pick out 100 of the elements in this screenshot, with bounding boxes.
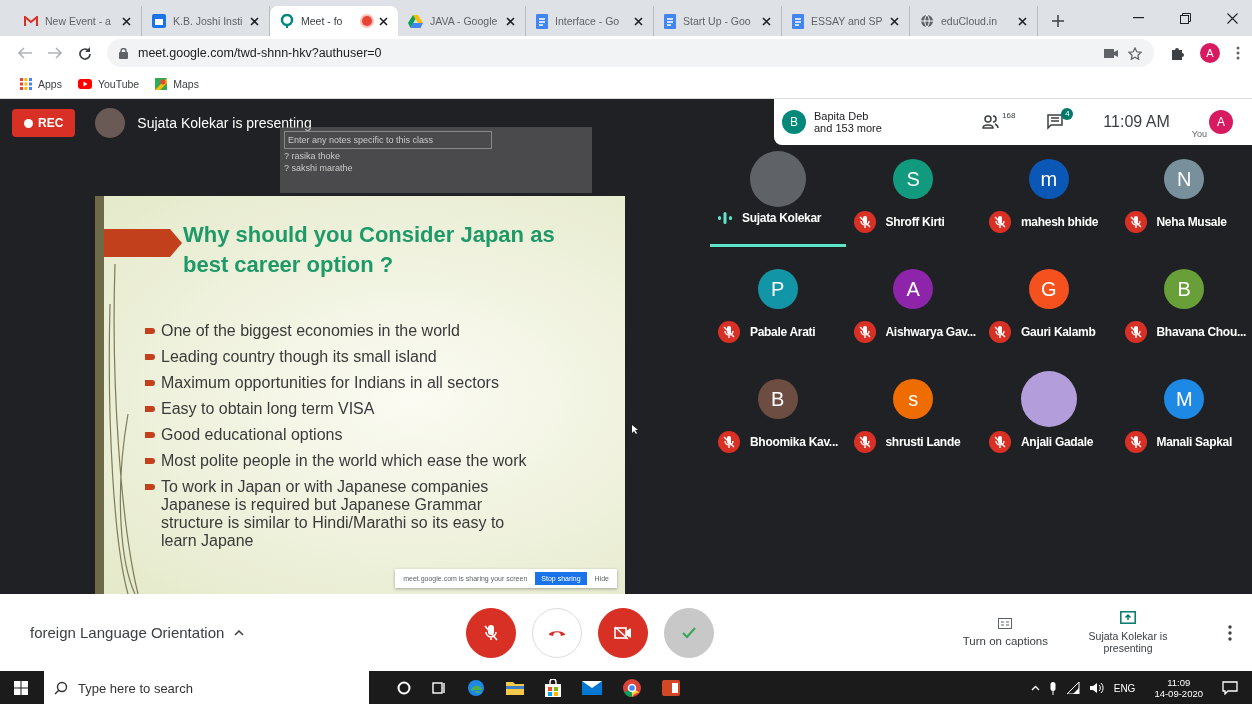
participant-tile[interactable]: B Bhoomika Kav... (710, 373, 846, 467)
tab-title: Meet - fo (301, 15, 343, 27)
document-icon (792, 13, 804, 29)
chat-icon[interactable] (1047, 114, 1066, 130)
presenting-label[interactable]: Sujata Kolekar is presenting (1078, 630, 1178, 654)
reload-icon[interactable] (78, 46, 91, 60)
close-icon[interactable] (1018, 16, 1027, 26)
participant-tile[interactable]: P Pabale Arati (710, 263, 846, 357)
tab-title: K.B. Joshi Insti (173, 15, 243, 27)
avatar-initial: N (1164, 159, 1205, 199)
participant-tile[interactable]: S Shroff Kirti (845, 153, 981, 247)
caret-up-icon[interactable] (234, 629, 245, 636)
chevron-up-icon[interactable] (1030, 685, 1040, 691)
clock-time[interactable]: 11:09 (1167, 677, 1191, 688)
language-indicator[interactable]: ENG (1113, 682, 1136, 694)
close-icon[interactable] (634, 16, 643, 26)
puzzle-icon[interactable] (1170, 46, 1184, 60)
camera-icon[interactable] (1104, 48, 1118, 58)
folder-icon[interactable] (506, 681, 524, 695)
close-icon[interactable] (1227, 12, 1238, 24)
shopping-bag-icon[interactable] (545, 679, 561, 697)
bullet-text: One of the biggest economies in the world (161, 322, 460, 340)
wifi-icon[interactable] (1065, 682, 1080, 694)
microphone-icon[interactable] (1048, 681, 1057, 695)
globe-icon (920, 14, 934, 28)
participant-tile[interactable]: M Manali Sapkal (1116, 373, 1252, 467)
windows-start-icon[interactable] (14, 681, 28, 695)
close-icon[interactable] (122, 16, 131, 26)
bookmark-link[interactable]: Maps (173, 78, 199, 90)
star-icon[interactable] (1128, 46, 1142, 60)
bookmark-link[interactable]: Apps (38, 78, 62, 90)
tab-title: Interface - Go (555, 15, 620, 27)
close-icon[interactable] (506, 16, 515, 26)
notification-icon[interactable] (1222, 681, 1238, 695)
participant-name: Gauri Kalamb (1021, 325, 1096, 339)
mic-off-icon (483, 623, 500, 642)
envelope-icon[interactable] (582, 681, 602, 695)
notes-field[interactable]: Enter any notes specific to this class (284, 131, 492, 149)
checkmark-icon (682, 626, 697, 639)
bullet-icon (145, 380, 155, 386)
address-field[interactable]: meet.google.com/twd-shnn-hkv?authuser=0 (107, 39, 1154, 67)
captions-label[interactable]: Turn on captions (962, 635, 1048, 647)
avatar-initial: G (1028, 269, 1069, 309)
bookmark-link[interactable]: YouTube (97, 78, 140, 90)
people-icon[interactable] (982, 115, 1000, 129)
captions-icon[interactable] (998, 618, 1013, 629)
participant-tile[interactable]: m mahesh bhide (981, 153, 1117, 247)
tab-title: ESSAY and SP (811, 15, 883, 27)
participant-name: Pabale Arati (750, 325, 816, 339)
speaker-icon[interactable] (1088, 682, 1105, 694)
bullet-icon (145, 458, 155, 464)
bullet-icon (145, 484, 155, 490)
bullet-text: Most polite people in the world which ease the work (161, 452, 527, 470)
present-screen-icon[interactable] (1120, 611, 1136, 624)
new-tab-icon[interactable] (1052, 15, 1064, 27)
menu-icon[interactable] (1236, 46, 1240, 60)
participant-tile[interactable]: N Neha Musale (1116, 153, 1252, 247)
close-icon[interactable] (250, 16, 259, 26)
avatar-initial: B (757, 379, 798, 419)
participant-tile[interactable]: B Bhavana Chou... (1116, 263, 1252, 357)
participant-tile[interactable]: A Aishwarya Gav... (845, 263, 981, 357)
wave-logo-icon[interactable] (467, 679, 485, 697)
participant-tile[interactable]: G Gauri Kalamb (981, 263, 1117, 357)
calendar-icon (152, 14, 166, 28)
participant-name: Bhavana Chou... (1156, 325, 1246, 339)
bullet-text: Good educational options (161, 426, 343, 444)
participant-tile[interactable]: Anjali Gadale (981, 373, 1117, 467)
presentation-app-icon[interactable] (662, 680, 680, 696)
attendee-name: ? sakshi marathe (284, 163, 354, 173)
map-icon[interactable] (155, 78, 168, 90)
meeting-name[interactable]: foreign Language Orientation (0, 624, 225, 641)
participant-tile[interactable]: Sujata Kolekar (710, 153, 846, 247)
cursor-icon (632, 425, 638, 434)
search-box[interactable]: Type here to search (44, 671, 369, 704)
participant-name: Manali Sapkal (1156, 435, 1232, 449)
cortana-icon[interactable] (397, 681, 411, 695)
grid-icon[interactable] (20, 78, 32, 90)
play-icon[interactable] (77, 79, 92, 89)
close-icon[interactable] (890, 16, 899, 26)
recording-badge: REC (12, 109, 76, 137)
close-icon[interactable] (762, 16, 771, 26)
bullet-text: To work in Japan or with Japanese companies Japanese is required but Japanese Grammar structure is similar to Hindi/Marathi so its easy to learn Japane (161, 478, 506, 550)
profile-avatar[interactable]: A (1200, 43, 1220, 63)
camera-off-icon (614, 625, 633, 640)
close-icon[interactable] (379, 16, 388, 26)
tab-title: eduCloud.in (941, 15, 998, 27)
clock-date[interactable]: 14-09-2020 (1154, 688, 1203, 699)
photo-placeholder (95, 108, 126, 138)
search-icon[interactable] (54, 681, 68, 695)
avatar-initial: B (782, 110, 806, 134)
restore-icon[interactable] (1180, 12, 1191, 24)
avatar-initial: S (893, 159, 934, 199)
round-logo-icon[interactable] (623, 679, 641, 697)
bullet-text: Maximum opportunities for Indians in all sectors (161, 374, 499, 392)
more-options-icon[interactable] (1228, 624, 1232, 641)
browser-tab[interactable]: Meet - fo (270, 6, 398, 36)
participant-tile[interactable]: s shrusti Lande (845, 373, 981, 467)
avatar-initial: s (893, 379, 934, 419)
minimize-icon[interactable] (1133, 17, 1144, 19)
task-view-icon[interactable] (432, 681, 446, 695)
